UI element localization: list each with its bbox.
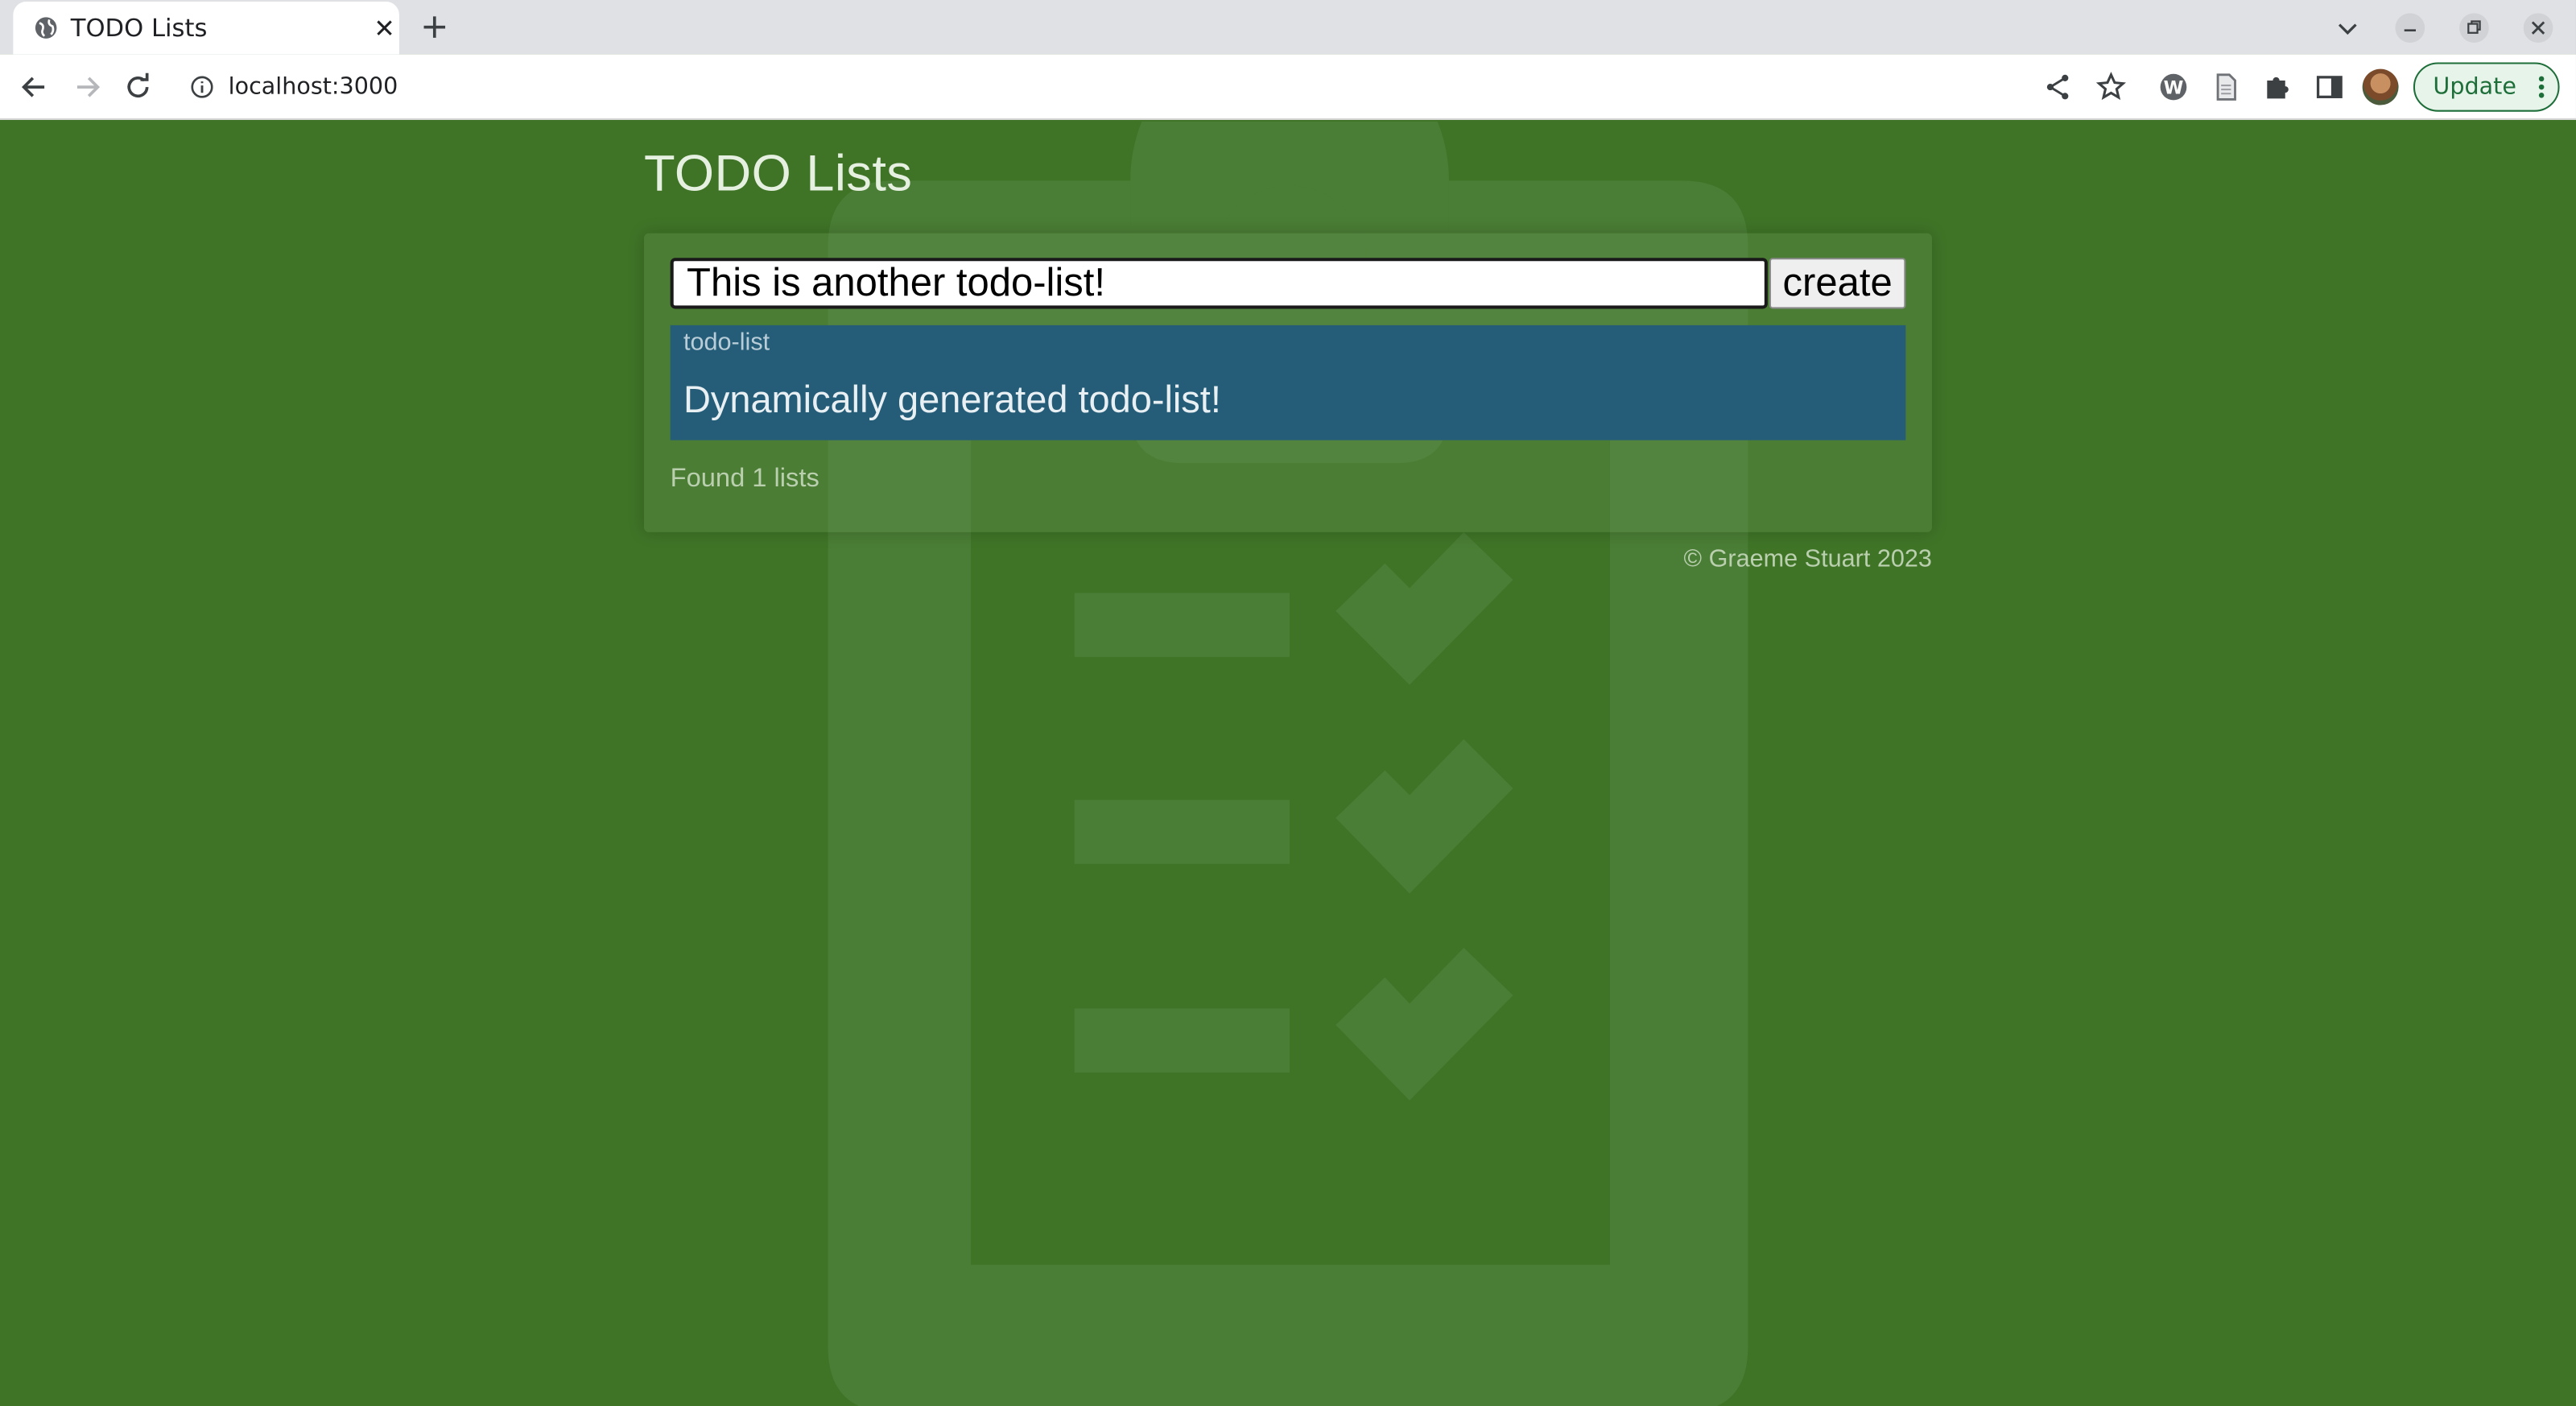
- share-icon[interactable]: [2042, 71, 2075, 104]
- list-item-kind: todo-list: [683, 328, 770, 357]
- star-icon[interactable]: [2095, 71, 2128, 104]
- url-text: localhost:3000: [228, 73, 398, 101]
- avatar[interactable]: [2362, 68, 2399, 105]
- restore-icon[interactable]: [2459, 13, 2489, 43]
- plus-icon[interactable]: [420, 13, 448, 41]
- window-close-icon[interactable]: [2523, 13, 2553, 43]
- page-title: TODO Lists: [643, 144, 913, 202]
- update-button[interactable]: Update: [2413, 62, 2560, 112]
- address-bar[interactable]: localhost:3000: [174, 60, 1982, 114]
- list-item-name: Dynamically generated todo-list!: [683, 378, 1221, 421]
- page-content: TODO Lists create todo-list Dynamically …: [0, 121, 2576, 1406]
- reload-icon[interactable]: [122, 71, 155, 104]
- found-count: Found 1 lists: [670, 465, 819, 493]
- back-icon[interactable]: [18, 71, 51, 104]
- footer-copyright: © Graeme Stuart 2023: [1683, 545, 1932, 573]
- lists-panel: create todo-list Dynamically generated t…: [643, 233, 1932, 532]
- browser-tab[interactable]: TODO Lists: [13, 2, 399, 55]
- more-vert-icon: [2538, 76, 2545, 98]
- puzzle-icon[interactable]: [2260, 71, 2293, 104]
- browser-toolbar: localhost:3000 W Update: [0, 54, 2576, 120]
- minimize-icon[interactable]: [2395, 13, 2425, 43]
- create-button[interactable]: create: [1769, 258, 1906, 309]
- update-label: Update: [2433, 73, 2516, 101]
- page-icon[interactable]: [2210, 71, 2243, 104]
- info-icon[interactable]: [191, 76, 214, 99]
- chevron-down-icon[interactable]: [2333, 13, 2363, 43]
- new-list-input[interactable]: [670, 258, 1768, 309]
- globe-icon: [35, 17, 57, 39]
- close-icon[interactable]: [373, 16, 396, 39]
- wordpress-icon[interactable]: W: [2157, 71, 2190, 104]
- list-item[interactable]: todo-list Dynamically generated todo-lis…: [670, 325, 1906, 440]
- sidepanel-icon[interactable]: [2313, 71, 2346, 104]
- svg-text:W: W: [2164, 77, 2184, 98]
- forward-icon[interactable]: [71, 71, 104, 104]
- tab-title: TODO Lists: [70, 13, 208, 43]
- tab-strip: TODO Lists: [0, 0, 2576, 55]
